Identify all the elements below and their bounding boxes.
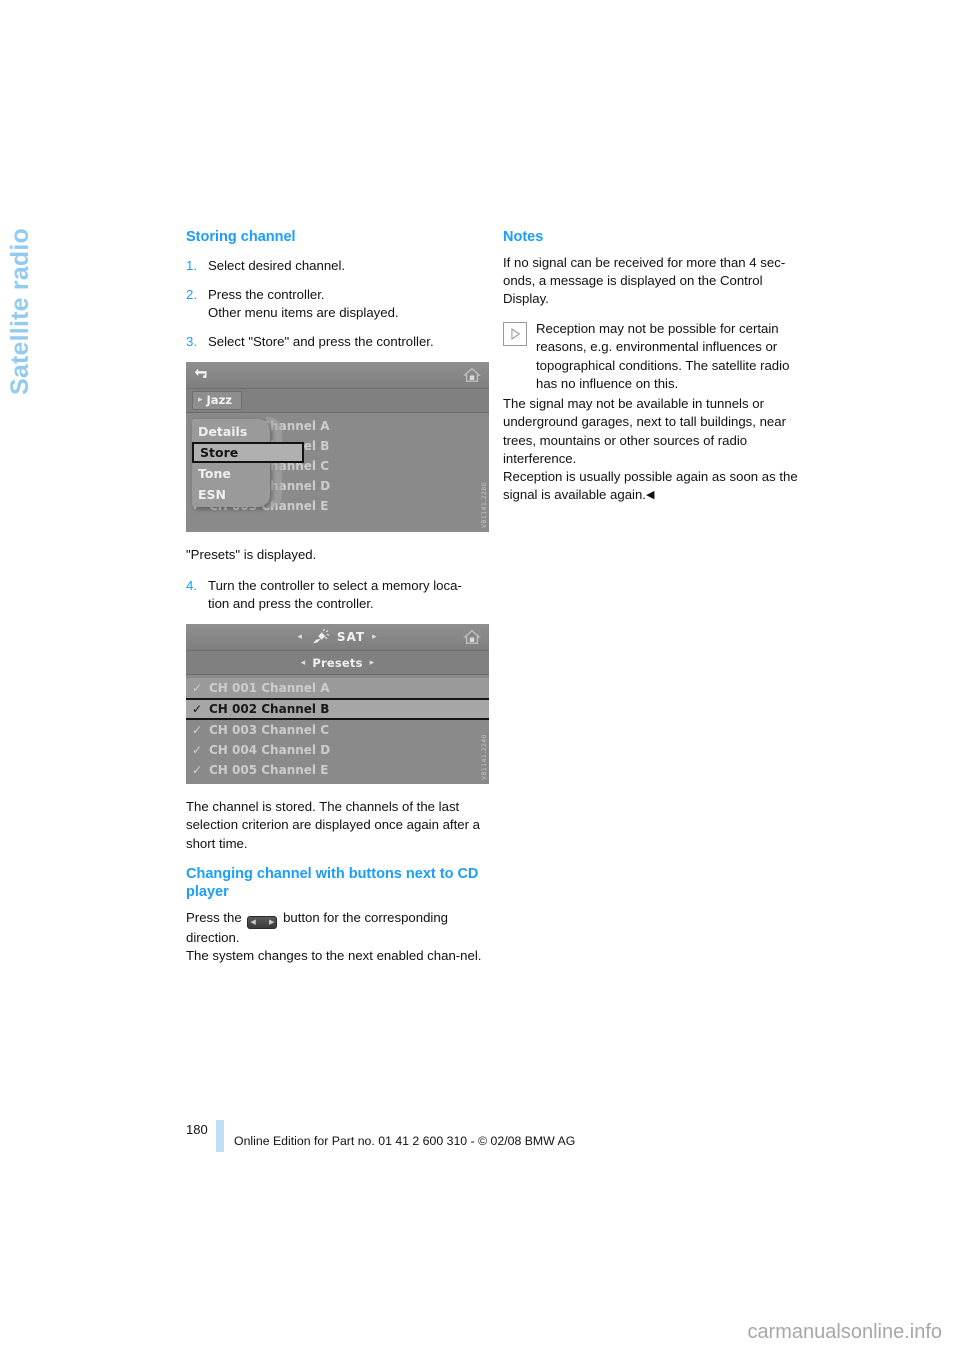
idrive-screenshot-context-menu: ▸ Jazz ✓ CH 001 Channel A ✓ CH 002 Chann… [186,362,489,533]
storing-channel-steps: 1. Select desired channel. 2. Press the … [186,257,489,352]
channel-label: CH 003 Channel C [209,723,330,738]
chevron-left-icon: ◂ [300,657,306,668]
step-number: 3. [186,334,197,350]
check-icon: ✓ [192,723,203,738]
chevron-right-icon: ▸ [372,632,378,643]
home-icon [463,368,481,383]
screen-title-sat: ◂ SAT ▸ [297,629,377,645]
screen-tabbar: ▸ Jazz [186,389,489,414]
list-item: 2. Press the controller. Other menu item… [186,286,489,322]
end-of-note-marker: ◀ [645,489,655,502]
list-item: 1. Select desired channel. [186,257,489,275]
step-number: 1. [186,257,197,273]
channel-label: CH 001 Channel A [209,681,330,696]
channel-label: CH 004 Channel D [209,743,331,758]
page-footer: 180 Online Edition for Part no. 01 41 2 … [186,1120,575,1152]
step-text: Turn the controller to select a memory l… [208,577,462,611]
left-column: Storing channel 1. Select desired channe… [186,228,489,977]
section-heading-notes: Notes [503,229,544,245]
note-with-icon: Reception may not be possible for certai… [503,320,806,393]
notes-intro-text: If no signal can be received for more th… [503,254,786,306]
channel-list: ✓ CH 001 Channel A ✓ CH 002 Channel B ✓ … [186,413,489,533]
chevron-left-icon: ◂ [297,632,303,643]
note-text-reception: Reception may not be possible for certai… [536,321,790,391]
storing-channel-steps-continued: 4. Turn the controller to select a memor… [186,577,489,613]
table-row[interactable]: ✓ CH 003 Channel C [186,720,489,740]
menu-item-details[interactable]: Details [192,421,270,442]
table-row[interactable]: ✓ CH 001 Channel A [186,678,489,699]
presets-displayed-text: "Presets" is displayed. [186,547,317,563]
list-item: 3. Select "Store" and press the controll… [186,333,489,351]
footer-imprint: Online Edition for Part no. 01 41 2 600 … [234,1134,576,1148]
step-text: Select "Store" and press the controller. [208,334,434,350]
context-menu: Details Store Tone ESN [192,419,304,508]
presets-tabbar: ◂ Presets ▸ [186,651,489,676]
step-text: Select desired channel. [208,257,346,273]
idrive-screenshot-presets: ◂ SAT ▸ ◂ Presets ▸ ✓ CH 001 Channel A ✓… [186,624,489,785]
satellite-icon [312,629,330,644]
table-row[interactable]: ✓ CH 005 Channel E [186,760,489,780]
menu-item-esn[interactable]: ESN [192,484,270,505]
check-icon: ✓ [192,743,203,758]
section-heading-storing-channel: Storing channel [186,229,296,245]
check-icon: ✓ [192,702,203,717]
tab-jazz[interactable]: ▸ Jazz [192,391,242,411]
tab-presets-label: Presets [312,655,363,670]
step-number: 4. [186,577,197,593]
tab-presets[interactable]: ◂ Presets ▸ [301,656,375,670]
menu-item-tone[interactable]: Tone [192,463,270,484]
step-text: Press the controller. Other menu items a… [208,286,399,320]
table-row[interactable]: ✓ CH 004 Channel D [186,740,489,760]
screen-title-label: SAT [336,630,366,645]
chapter-tab: Satellite radio [0,228,40,398]
triangle-outline-icon [511,328,521,340]
back-arrow-icon [194,369,207,379]
chevron-right-icon: ▸ [369,657,375,668]
press-button-text: Press the ◀ ▶ button for the correspondi… [186,909,489,947]
figure-reference-code: VB1141.2240 [481,733,488,781]
channel-stored-text: The channel is stored. The channels of t… [186,799,480,851]
figure-reference-code: VB1141.2280 [481,482,488,529]
screen-topbar [186,362,489,390]
cd-player-seek-button-icon: ◀ ▶ [247,915,278,929]
page-number: 180 [186,1122,208,1137]
chapter-tab-label: Satellite radio [5,228,34,395]
step-number: 2. [186,286,197,302]
press-prefix: Press the [186,909,242,925]
next-channel-text: The system changes to the next enabled c… [186,948,482,964]
watermark: carmanualsonline.info [747,1321,942,1343]
triangle-right-icon: ▶ [269,918,275,926]
play-triangle-icon [503,322,527,347]
manual-page: Satellite radio Storing channel 1. Selec… [0,0,960,1358]
section-heading-changing-channel: Changing channel with buttons next to CD… [186,865,479,901]
home-icon [463,629,481,645]
presets-list: ✓ CH 001 Channel A ✓ CH 002 Channel B ✓ … [186,675,489,785]
check-icon: ✓ [192,681,203,696]
chevron-left-icon: ▸ [198,395,203,406]
menu-item-store[interactable]: Store [192,442,304,464]
screen-topbar: ◂ SAT ▸ [186,624,489,652]
right-column: Notes If no signal can be received for m… [503,228,806,516]
note-text-signal-availability: The signal may not be available in tunne… [503,396,786,466]
check-icon: ✓ [192,763,203,778]
triangle-left-icon: ◀ [250,918,256,926]
note-text-reception-return: Reception is usually possible again as s… [503,468,806,504]
channel-label: CH 002 Channel B [209,702,330,717]
footer-rule [216,1120,224,1152]
table-row-selected[interactable]: ✓ CH 002 Channel B [186,698,489,721]
list-item: 4. Turn the controller to select a memor… [186,577,489,613]
channel-label: CH 005 Channel E [209,763,329,778]
tab-jazz-label: Jazz [206,393,232,408]
